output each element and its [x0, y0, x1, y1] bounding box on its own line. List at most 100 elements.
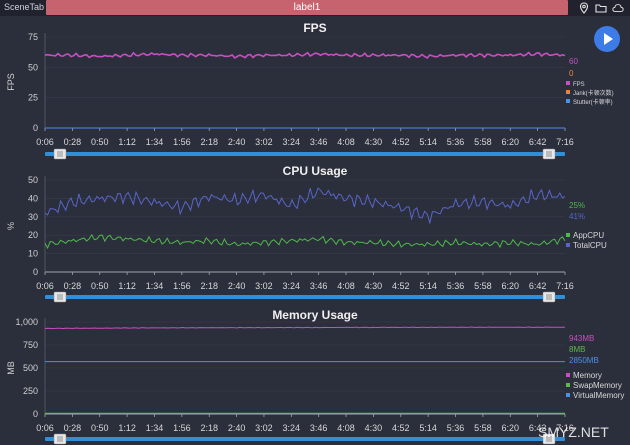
cpu-xtick-label: 5:36 — [447, 281, 465, 291]
mem-ytick-label: 750 — [23, 340, 38, 350]
mem-xtick-label: 2:40 — [228, 423, 246, 433]
cpu-ylabel: % — [6, 222, 16, 230]
cpu-xtick-label: 1:34 — [146, 281, 164, 291]
mem-xtick-label: 0:50 — [91, 423, 109, 433]
fps-xtick-label: 5:58 — [474, 137, 492, 147]
mem-ytick-label: 250 — [23, 386, 38, 396]
cpu-xtick-label: 6:20 — [501, 281, 519, 291]
fps-legend-item[interactable]: Jank(卡顿次数) — [573, 89, 614, 97]
fps-xtick-label: 7:16 — [556, 137, 574, 147]
fps-ylabel: FPS — [6, 73, 16, 91]
cpu-xtick-label: 0:06 — [36, 281, 54, 291]
cpu-ytick-label: 20 — [28, 230, 38, 240]
fps-xtick-label: 1:56 — [173, 137, 191, 147]
fps-value-readout: 0 — [569, 69, 574, 78]
cpu-series-line-0 — [44, 233, 566, 250]
cpu-xtick-label: 3:02 — [255, 281, 273, 291]
mem-legend-item[interactable]: SwapMemory — [573, 381, 622, 390]
fps-xtick-label: 2:40 — [228, 137, 246, 147]
cpu-series-line-1 — [44, 187, 566, 225]
fps-xtick-label: 3:02 — [255, 137, 273, 147]
mem-legend-swatch — [566, 373, 570, 377]
fps-scrollbar[interactable] — [45, 152, 565, 156]
fps-xtick-label: 4:30 — [365, 137, 383, 147]
fps-xtick-label: 0:06 — [36, 137, 54, 147]
mem-scrollbar[interactable] — [45, 437, 565, 441]
mem-ylabel: MB — [6, 361, 16, 375]
fps-ytick-label: 50 — [28, 62, 38, 72]
fps-xtick-label: 1:12 — [118, 137, 136, 147]
cpu-xtick-label: 1:56 — [173, 281, 191, 291]
cpu-xtick-label: 4:30 — [365, 281, 383, 291]
cpu-value-readout: 41% — [569, 212, 585, 221]
fps-legend-item[interactable]: Stutter(卡顿率) — [573, 98, 613, 106]
cpu-xtick-label: 0:50 — [91, 281, 109, 291]
mem-xtick-label: 2:18 — [200, 423, 218, 433]
cpu-xtick-label: 5:14 — [419, 281, 437, 291]
fps-ytick-label: 75 — [28, 32, 38, 42]
fps-xtick-label: 5:36 — [447, 137, 465, 147]
mem-xtick-label: 6:20 — [501, 423, 519, 433]
mem-value-readout: 943MB — [569, 334, 594, 343]
cpu-ytick-label: 40 — [28, 193, 38, 203]
mem-xtick-label: 0:06 — [36, 423, 54, 433]
mem-xtick-label: 1:34 — [146, 423, 164, 433]
mem-xtick-label: 5:58 — [474, 423, 492, 433]
mem-ytick-label: 500 — [23, 363, 38, 373]
cpu-xtick-label: 3:46 — [310, 281, 328, 291]
cpu-legend-item[interactable]: TotalCPU — [573, 241, 607, 250]
cpu-xtick-label: 7:16 — [556, 281, 574, 291]
fps-ytick-label: 25 — [28, 93, 38, 103]
mem-legend-item[interactable]: VirtualMemory — [573, 391, 624, 400]
fps-series-line-0 — [44, 51, 566, 60]
cpu-xtick-label: 4:52 — [392, 281, 410, 291]
mem-ytick-label: 1,000 — [15, 317, 38, 327]
cpu-ytick-label: 10 — [28, 249, 38, 259]
mem-xtick-label: 4:52 — [392, 423, 410, 433]
cpu-ytick-label: 50 — [28, 175, 38, 185]
mem-ytick-label: 0 — [33, 409, 38, 419]
fps-ytick-label: 0 — [33, 123, 38, 133]
mem-legend-swatch — [566, 393, 570, 397]
cpu-title: CPU Usage — [283, 164, 348, 178]
cpu-xtick-label: 2:18 — [200, 281, 218, 291]
fps-xtick-label: 4:52 — [392, 137, 410, 147]
fps-xtick-label: 0:28 — [64, 137, 82, 147]
fps-xtick-label: 6:42 — [529, 137, 547, 147]
mem-xtick-label: 4:08 — [337, 423, 355, 433]
mem-xtick-label: 3:24 — [283, 423, 301, 433]
cpu-xtick-label: 2:40 — [228, 281, 246, 291]
mem-legend-item[interactable]: Memory — [573, 371, 602, 380]
fps-xtick-label: 3:24 — [283, 137, 301, 147]
mem-value-readout: 8MB — [569, 345, 585, 354]
fps-xtick-label: 4:08 — [337, 137, 355, 147]
cpu-legend-swatch — [566, 233, 570, 237]
cpu-xtick-label: 4:08 — [337, 281, 355, 291]
fps-xtick-label: 3:46 — [310, 137, 328, 147]
mem-value-readout: 2850MB — [569, 356, 599, 365]
cpu-legend-item[interactable]: AppCPU — [573, 231, 604, 240]
cpu-xtick-label: 0:28 — [64, 281, 82, 291]
mem-xtick-label: 3:46 — [310, 423, 328, 433]
fps-legend-item[interactable]: FPS — [573, 82, 585, 88]
cpu-xtick-label: 6:42 — [529, 281, 547, 291]
fps-xtick-label: 1:34 — [146, 137, 164, 147]
cpu-xtick-label: 3:24 — [283, 281, 301, 291]
cpu-ytick-label: 30 — [28, 212, 38, 222]
fps-xtick-label: 2:18 — [200, 137, 218, 147]
mem-xtick-label: 5:36 — [447, 423, 465, 433]
mem-title: Memory Usage — [272, 308, 358, 322]
fps-xtick-label: 5:14 — [419, 137, 437, 147]
cpu-legend-swatch — [566, 243, 570, 247]
mem-xtick-label: 1:12 — [118, 423, 136, 433]
watermark: SMYZ.NET — [538, 424, 609, 440]
mem-series-line-0 — [44, 326, 566, 330]
fps-value-readout: 60 — [569, 57, 578, 66]
fps-legend-swatch — [566, 99, 570, 103]
fps-xtick-label: 0:50 — [91, 137, 109, 147]
mem-xtick-label: 4:30 — [365, 423, 383, 433]
cpu-value-readout: 25% — [569, 201, 585, 210]
mem-xtick-label: 0:28 — [64, 423, 82, 433]
fps-xtick-label: 6:20 — [501, 137, 519, 147]
cpu-scrollbar[interactable] — [45, 295, 565, 299]
